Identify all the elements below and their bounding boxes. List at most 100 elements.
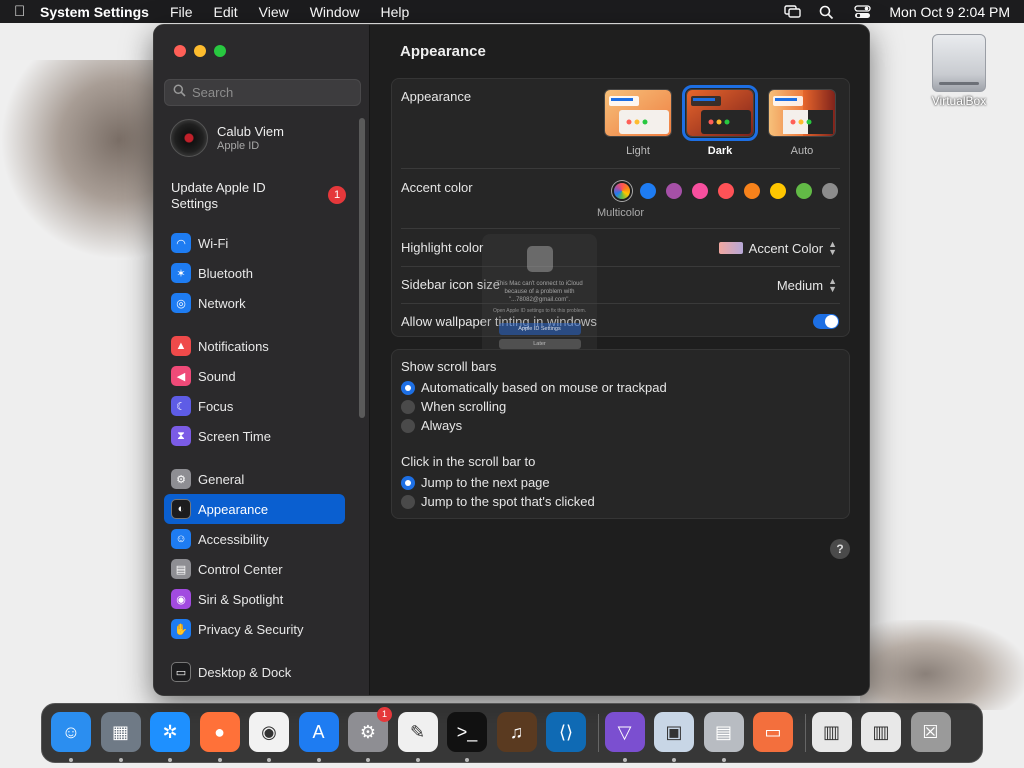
- menu-bar-clock[interactable]: Mon Oct 9 2:04 PM: [889, 4, 1010, 20]
- avatar: [170, 119, 208, 157]
- sidebar-item-label: Control Center: [198, 561, 283, 577]
- dock-downloads-stack-icon[interactable]: ▥: [811, 712, 852, 752]
- gear-icon: ⚙: [171, 469, 191, 489]
- highlight-color-popup[interactable]: Accent Color ▲ ▼: [718, 240, 837, 257]
- ghost-dialog-subtext: Open Apple ID settings to fix this probl…: [492, 308, 587, 314]
- accent-green-swatch[interactable]: [796, 183, 812, 199]
- apple-menu-icon[interactable]: : [14, 3, 40, 20]
- highlight-color-swatch: [718, 242, 743, 254]
- sidebar: Calub Viem Apple ID Update Apple ID Sett…: [154, 25, 370, 695]
- dock-ai-app-icon[interactable]: ▽: [604, 712, 645, 752]
- sidebar-item-label: Accessibility: [198, 531, 269, 547]
- dock-safari-icon[interactable]: ✲: [150, 712, 190, 752]
- sidebar-icon-size-popup[interactable]: Medium ▲ ▼: [777, 277, 837, 294]
- menu-app-name[interactable]: System Settings: [40, 4, 149, 20]
- menu-file[interactable]: File: [170, 4, 193, 20]
- control-center-icon[interactable]: [854, 5, 872, 18]
- radio-label: Always: [421, 418, 463, 433]
- dock-system-settings-icon[interactable]: ⚙ 1: [348, 707, 392, 752]
- dock-running-indicator: [415, 758, 420, 762]
- sidebar-item-label: Privacy & Security: [198, 621, 304, 637]
- theme-dark-option[interactable]: Dark: [682, 85, 758, 157]
- apple-logo-icon: [526, 246, 553, 272]
- sidebar-scrollbar[interactable]: [359, 118, 365, 418]
- wallpaper-tinting-toggle[interactable]: [813, 314, 839, 329]
- dock-badge: 1: [377, 707, 392, 722]
- sidebar-item-privacy-security[interactable]: ✋ Privacy & Security: [164, 614, 345, 644]
- accent-red-swatch[interactable]: [718, 183, 734, 199]
- highlight-color-value: Accent Color: [748, 240, 824, 256]
- sidebar-item-bluetooth[interactable]: ✶ Bluetooth: [164, 258, 345, 288]
- radio-scroll-when-scrolling[interactable]: When scrolling: [401, 399, 506, 414]
- menu-window[interactable]: Window: [310, 4, 360, 20]
- sidebar-nav-network: ◠ Wi-Fi ✶ Bluetooth ◎ Network: [164, 228, 345, 318]
- sidebar-item-label: Network: [198, 295, 246, 311]
- accent-orange-swatch[interactable]: [744, 183, 760, 199]
- sidebar-item-network[interactable]: ◎ Network: [164, 288, 345, 318]
- dock-trash-icon[interactable]: ☒: [910, 712, 951, 752]
- dock-vscode-icon[interactable]: ⟨⟩: [546, 712, 586, 752]
- sidebar-item-desktop-dock[interactable]: ▭ Desktop & Dock: [164, 657, 345, 687]
- dock-firefox-icon[interactable]: ●: [199, 712, 240, 752]
- sidebar-item-accessibility[interactable]: ☺ Accessibility: [164, 524, 345, 554]
- radio-scroll-automatic[interactable]: Automatically based on mouse or trackpad: [401, 380, 667, 395]
- accent-selected-label: Multicolor: [597, 207, 645, 219]
- accent-purple-swatch[interactable]: [666, 183, 682, 199]
- update-apple-id-settings[interactable]: Update Apple ID Settings 1: [171, 180, 346, 212]
- close-window-button[interactable]: [174, 45, 186, 57]
- dock-installer-icon[interactable]: ▤: [703, 712, 744, 752]
- accent-multicolor-swatch[interactable]: [614, 183, 630, 199]
- sidebar-item-screen-time[interactable]: ⧗ Screen Time: [164, 421, 345, 451]
- sidebar-item-focus[interactable]: ☾ Focus: [164, 391, 345, 421]
- sidebar-item-control-center[interactable]: ▤ Control Center: [164, 554, 345, 584]
- radio-jump-to-spot[interactable]: Jump to the spot that's clicked: [401, 494, 595, 509]
- dock-running-indicator: [366, 758, 370, 762]
- accent-yellow-swatch[interactable]: [770, 183, 786, 199]
- sidebar-item-wi-fi[interactable]: ◠ Wi-Fi: [164, 228, 345, 258]
- radio-button: [401, 494, 415, 509]
- sidebar-item-sound[interactable]: ◀ Sound: [164, 361, 345, 391]
- dock-terminal-icon[interactable]: >_: [447, 712, 487, 752]
- zoom-window-button[interactable]: [214, 45, 226, 57]
- radio-scroll-always[interactable]: Always: [401, 418, 462, 433]
- dock-app-store-icon[interactable]: A: [298, 712, 339, 752]
- wallpaper-cat-right: [860, 620, 1024, 710]
- accent-blue-swatch[interactable]: [640, 183, 656, 199]
- minimize-window-button[interactable]: [194, 45, 206, 57]
- radio-label: Automatically based on mouse or trackpad: [421, 380, 667, 395]
- sidebar-item-siri-spotlight[interactable]: ◉ Siri & Spotlight: [164, 584, 345, 614]
- search-input[interactable]: [192, 85, 352, 100]
- highlight-color-label: Highlight color: [401, 240, 484, 255]
- sidebar-item-label: Wi-Fi: [198, 235, 229, 251]
- dock-chrome-icon[interactable]: ◉: [249, 712, 289, 752]
- theme-auto-thumbnail: [768, 89, 836, 137]
- sidebar-item-label: Bluetooth: [198, 265, 253, 281]
- accent-pink-swatch[interactable]: [692, 183, 708, 199]
- menu-edit[interactable]: Edit: [214, 4, 238, 20]
- moon-icon: ☾: [171, 396, 191, 416]
- search-box: [164, 79, 361, 106]
- spotlight-search-icon[interactable]: [819, 5, 836, 20]
- sidebar-item-appearance[interactable]: ◐ Appearance: [164, 494, 345, 524]
- dock-preview-icon[interactable]: ▣: [654, 712, 694, 752]
- help-button[interactable]: ?: [830, 539, 850, 559]
- dock-launchpad-icon[interactable]: ▦: [100, 712, 141, 752]
- dock-textedit-icon[interactable]: ✎: [397, 712, 438, 752]
- dock-garageband-icon[interactable]: ♫: [496, 712, 537, 752]
- dock-virtualbox-app-icon[interactable]: ▭: [753, 712, 793, 752]
- radio-jump-next-page[interactable]: Jump to the next page: [401, 475, 550, 490]
- dock-documents-stack-icon[interactable]: ▥: [861, 712, 901, 752]
- theme-light-option[interactable]: Light: [604, 89, 672, 157]
- dock-finder-icon[interactable]: ☺: [51, 712, 91, 752]
- radio-label: Jump to the spot that's clicked: [421, 494, 595, 509]
- menu-view[interactable]: View: [259, 4, 289, 20]
- accent-graphite-swatch[interactable]: [822, 183, 838, 199]
- theme-auto-option[interactable]: Auto: [768, 89, 836, 157]
- sidebar-item-notifications[interactable]: ▲ Notifications: [164, 331, 345, 361]
- menu-help[interactable]: Help: [381, 4, 410, 20]
- sidebar-item-general[interactable]: ⚙ General: [164, 464, 345, 494]
- screen-mirroring-icon[interactable]: [784, 5, 802, 18]
- accent-swatches: [614, 183, 838, 199]
- apple-id-profile[interactable]: Calub Viem Apple ID: [170, 119, 284, 157]
- desktop-disk[interactable]: VirtualBox: [928, 34, 990, 108]
